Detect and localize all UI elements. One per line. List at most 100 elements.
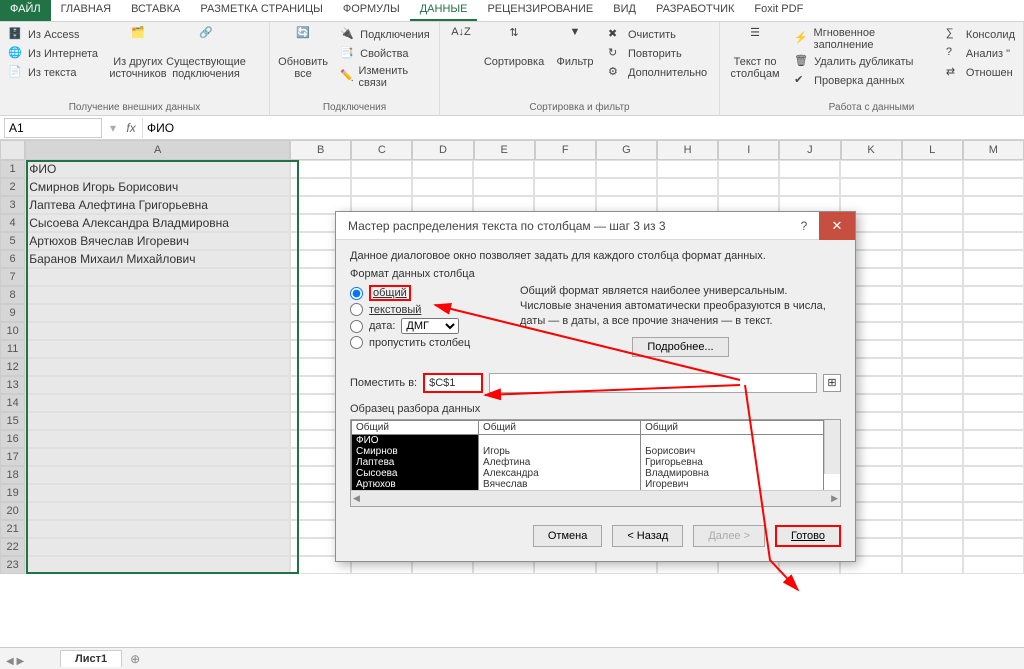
cell-L21[interactable] [902, 520, 963, 538]
btn-consolidate[interactable]: ∑Консолид [944, 26, 1017, 44]
tab-file[interactable]: ФАЙЛ [0, 0, 51, 21]
tab-insert[interactable]: ВСТАВКА [121, 0, 190, 21]
tab-foxit[interactable]: Foxit PDF [744, 0, 813, 21]
row-head-1[interactable]: 1 [0, 160, 25, 178]
dialog-titlebar[interactable]: Мастер распределения текста по столбцам … [336, 212, 855, 240]
row-head-18[interactable]: 18 [0, 466, 25, 484]
row-head-11[interactable]: 11 [0, 340, 25, 358]
cell-L6[interactable] [902, 250, 963, 268]
cell-L13[interactable] [902, 376, 963, 394]
col-head-C[interactable]: C [351, 140, 412, 160]
cell-M1[interactable] [963, 160, 1024, 178]
cell-J1[interactable] [779, 160, 840, 178]
sheet-tab-1[interactable]: Лист1 [60, 650, 122, 667]
col-head-K[interactable]: K [841, 140, 902, 160]
cell-L19[interactable] [902, 484, 963, 502]
cell-A3[interactable]: Лаптева Алефтина Григорьевна [25, 196, 289, 214]
cell-M8[interactable] [963, 286, 1024, 304]
cell-L11[interactable] [902, 340, 963, 358]
cell-A14[interactable] [25, 394, 289, 412]
tab-formulas[interactable]: ФОРМУЛЫ [333, 0, 410, 21]
btn-remove-dup[interactable]: 🗑Удалить дубликаты [792, 53, 936, 71]
tab-pagelayout[interactable]: РАЗМЕТКА СТРАНИЦЫ [190, 0, 332, 21]
cell-M10[interactable] [963, 322, 1024, 340]
row-head-23[interactable]: 23 [0, 556, 25, 574]
cell-L7[interactable] [902, 268, 963, 286]
btn-sort[interactable]: ⇅Сортировка [484, 26, 544, 100]
btn-from-access[interactable]: 🗄️Из Access [6, 26, 100, 44]
cell-M11[interactable] [963, 340, 1024, 358]
btn-advanced-filter[interactable]: ⚙Дополнительно [606, 64, 709, 82]
btn-whatif[interactable]: ?Анализ " [944, 45, 1017, 63]
cell-A17[interactable] [25, 448, 289, 466]
btn-clear-filter[interactable]: ✖Очистить [606, 26, 709, 44]
cell-A11[interactable] [25, 340, 289, 358]
preview-vscroll[interactable] [824, 420, 840, 474]
cell-A23[interactable] [25, 556, 289, 574]
btn-existing-conn[interactable]: 🔗Существующие подключения [176, 26, 236, 100]
cell-L23[interactable] [902, 556, 963, 574]
cell-M2[interactable] [963, 178, 1024, 196]
cell-M13[interactable] [963, 376, 1024, 394]
cell-A2[interactable]: Смирнов Игорь Борисович [25, 178, 289, 196]
name-box[interactable] [4, 118, 102, 138]
row-head-12[interactable]: 12 [0, 358, 25, 376]
cell-A7[interactable] [25, 268, 289, 286]
row-head-9[interactable]: 9 [0, 304, 25, 322]
btn-other-sources[interactable]: 🗂️Из других источников [108, 26, 168, 100]
cell-B1[interactable] [290, 160, 351, 178]
row-head-20[interactable]: 20 [0, 502, 25, 520]
cell-I1[interactable] [718, 160, 779, 178]
cell-A21[interactable] [25, 520, 289, 538]
cell-L15[interactable] [902, 412, 963, 430]
col-head-L[interactable]: L [902, 140, 963, 160]
cell-M7[interactable] [963, 268, 1024, 286]
cell-A5[interactable]: Артюхов Вячеслав Игоревич [25, 232, 289, 250]
row-head-15[interactable]: 15 [0, 412, 25, 430]
cell-A9[interactable] [25, 304, 289, 322]
tab-review[interactable]: РЕЦЕНЗИРОВАНИЕ [477, 0, 603, 21]
tab-data[interactable]: ДАННЫЕ [410, 0, 478, 21]
row-head-10[interactable]: 10 [0, 322, 25, 340]
cell-H1[interactable] [657, 160, 718, 178]
cell-A15[interactable] [25, 412, 289, 430]
cell-K1[interactable] [840, 160, 901, 178]
row-head-3[interactable]: 3 [0, 196, 25, 214]
btn-connections[interactable]: 🔌Подключения [338, 26, 433, 44]
preview-table[interactable]: ОбщийОбщийОбщийФИОСмирновИгорьБорисовичЛ… [351, 420, 824, 490]
cell-L20[interactable] [902, 502, 963, 520]
cell-L3[interactable] [902, 196, 963, 214]
sheet-add[interactable]: ⊕ [122, 650, 148, 668]
btn-text-to-columns[interactable]: ☰Текст по столбцам [726, 26, 784, 100]
btn-more[interactable]: Подробнее... [632, 337, 728, 357]
cell-D2[interactable] [412, 178, 473, 196]
row-head-2[interactable]: 2 [0, 178, 25, 196]
cell-L4[interactable] [902, 214, 963, 232]
cell-E2[interactable] [473, 178, 534, 196]
cell-D1[interactable] [412, 160, 473, 178]
cell-L17[interactable] [902, 448, 963, 466]
cell-G2[interactable] [596, 178, 657, 196]
cell-J2[interactable] [779, 178, 840, 196]
cell-M3[interactable] [963, 196, 1024, 214]
btn-from-text[interactable]: 📄Из текста [6, 64, 100, 82]
cell-A13[interactable] [25, 376, 289, 394]
cell-A10[interactable] [25, 322, 289, 340]
tab-view[interactable]: ВИД [603, 0, 646, 21]
cell-M23[interactable] [963, 556, 1024, 574]
cell-M22[interactable] [963, 538, 1024, 556]
btn-relations[interactable]: ⇄Отношен [944, 64, 1017, 82]
formula-input[interactable] [142, 118, 1024, 138]
row-head-14[interactable]: 14 [0, 394, 25, 412]
btn-reapply[interactable]: ↻Повторить [606, 45, 709, 63]
destination-input[interactable] [423, 373, 483, 393]
cell-A18[interactable] [25, 466, 289, 484]
cell-M15[interactable] [963, 412, 1024, 430]
btn-refresh-all[interactable]: 🔄Обновить все [276, 26, 330, 100]
btn-validation[interactable]: ✔Проверка данных [792, 72, 936, 90]
cell-M4[interactable] [963, 214, 1024, 232]
col-head-G[interactable]: G [596, 140, 657, 160]
btn-cancel[interactable]: Отмена [533, 525, 602, 547]
cell-G1[interactable] [596, 160, 657, 178]
cell-L5[interactable] [902, 232, 963, 250]
